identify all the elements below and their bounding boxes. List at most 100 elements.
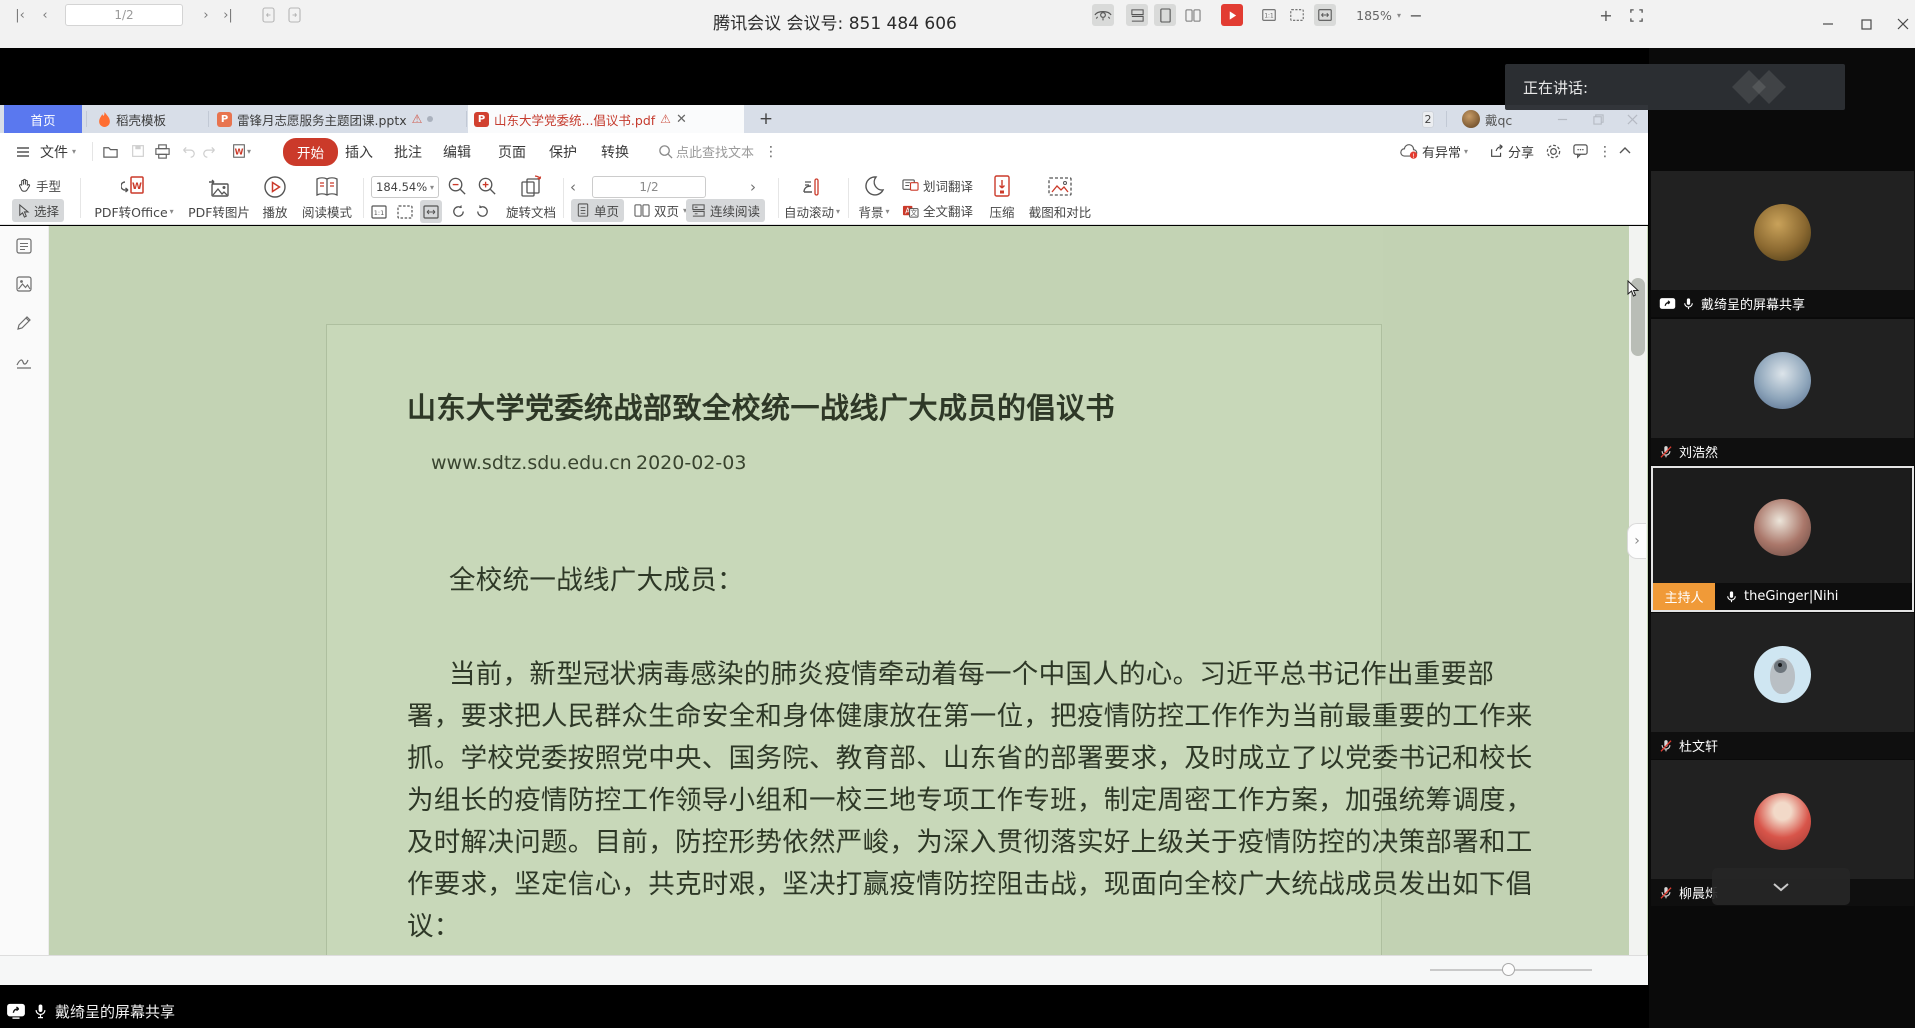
word-translate-button[interactable]: 划词翻译 <box>900 174 975 197</box>
tab-home[interactable]: 首页 <box>4 105 82 133</box>
share-button[interactable]: 分享 <box>1508 133 1534 170</box>
paragraph-line: 及时解决问题。目前，防控形势依然严峻，为深入贯彻落实好上级关于疫情防控的决策部署… <box>407 820 1533 859</box>
continuous-view-button[interactable] <box>1124 0 1150 30</box>
signature-icon[interactable] <box>15 352 35 372</box>
menu-protect[interactable]: 保护 <box>549 133 577 170</box>
print-icon[interactable] <box>152 141 172 161</box>
panel-expand-handle[interactable]: › <box>1627 523 1646 559</box>
zoom-out-icon[interactable] <box>447 176 468 201</box>
sync-status[interactable]: 有异常 ▾ <box>1422 133 1468 170</box>
wps-tabbar: 首页 稻壳模板 P 雷锋月志愿服务主题团课.pptx ⚠ P 山东大学党委统..… <box>0 105 1648 133</box>
actual-size-button[interactable]: 1:1 <box>368 200 390 223</box>
double-page-view-button[interactable] <box>1180 0 1206 30</box>
prev-page-icon[interactable]: ‹ <box>38 0 52 30</box>
statusbar-zoom-value[interactable]: 185% <box>1352 0 1396 30</box>
participant-tile-active[interactable]: theGinger|Nihi 主持人 <box>1651 466 1914 612</box>
redo-icon[interactable] <box>200 141 220 161</box>
minimize-button[interactable] <box>1818 14 1838 34</box>
comment-icon[interactable] <box>1570 141 1590 161</box>
file-menu[interactable]: 文件 ▾ <box>40 133 76 170</box>
play-button[interactable]: 播放 <box>258 173 292 222</box>
previous-page-icon[interactable]: ‹ <box>570 176 576 198</box>
fullscreen-button[interactable] <box>1624 0 1648 30</box>
rotate-left-icon[interactable] <box>448 200 469 223</box>
wps-close-button[interactable] <box>1622 109 1642 129</box>
double-page-button[interactable]: 双页▾ <box>629 199 692 222</box>
single-page-button[interactable]: 单页 <box>571 199 624 222</box>
background-button[interactable]: 背景▾ <box>852 173 896 222</box>
menu-edit[interactable]: 编辑 <box>443 133 471 170</box>
search-more-icon[interactable]: ⋮ <box>764 133 778 170</box>
toolbar-page-indicator[interactable]: 1/2 <box>592 176 706 198</box>
document-mode-icon[interactable]: W ▾ <box>224 141 258 161</box>
undo-icon[interactable] <box>178 141 198 161</box>
screenshot-compare-button[interactable]: 截图和对比 <box>1026 173 1094 222</box>
next-page-icon-status[interactable]: › <box>199 0 213 30</box>
zoom-percent-select[interactable]: 184.54%▾ <box>371 176 439 198</box>
window-count-badge[interactable]: 2 <box>1416 105 1440 133</box>
tab-pdf-active[interactable]: P 山东大学党委统...倡议书.pdf ⚠ ✕ <box>468 105 744 133</box>
tab-pptx[interactable]: P 雷锋月志愿服务主题团课.pptx ⚠ <box>211 105 465 133</box>
search-icon[interactable] <box>655 141 675 161</box>
maximize-button[interactable] <box>1856 14 1876 34</box>
global-menu-icon[interactable] <box>15 133 31 170</box>
statusbar-page-indicator[interactable]: 1/2 <box>65 4 183 26</box>
collapse-ribbon-icon[interactable] <box>1615 141 1635 161</box>
edit-pen-icon[interactable] <box>15 314 35 334</box>
menu-page[interactable]: 页面 <box>498 133 526 170</box>
slideshow-play-button[interactable] <box>1218 0 1246 30</box>
fit-page-button[interactable] <box>394 200 416 223</box>
participant-tile[interactable]: 戴绮呈的屏幕共享 <box>1651 171 1914 317</box>
compress-button[interactable]: 压缩 <box>982 173 1022 222</box>
zoom-dropdown-icon[interactable]: ▾ <box>1394 0 1404 30</box>
next-page-icon[interactable]: › <box>750 176 756 198</box>
full-translate-button[interactable]: A文 全文翻译 <box>900 199 975 222</box>
fit-width-button[interactable] <box>420 200 442 223</box>
more-options-icon[interactable]: ⋮ <box>1598 133 1612 170</box>
hand-tool-button[interactable]: 手型 <box>12 174 66 197</box>
participant-tile[interactable]: 杜文轩 <box>1651 613 1914 759</box>
collapse-panel-button[interactable] <box>1712 868 1850 905</box>
rotate-right-icon[interactable] <box>472 200 493 223</box>
open-file-icon[interactable] <box>100 141 120 161</box>
search-input[interactable]: 点此查找文本 <box>676 133 754 170</box>
cloud-sync-icon[interactable]: ! <box>1398 141 1420 161</box>
fit-width-status-button[interactable] <box>1312 0 1338 30</box>
actual-size-status-button[interactable]: 1:1 <box>1256 0 1282 30</box>
save-icon[interactable] <box>128 141 148 161</box>
tab-close-icon[interactable]: ✕ <box>676 112 687 127</box>
read-mode-button[interactable]: 阅读模式 <box>298 173 356 222</box>
back-view-icon[interactable] <box>258 0 278 30</box>
menu-insert[interactable]: 插入 <box>345 133 373 170</box>
single-page-label: 单页 <box>594 201 619 220</box>
menu-annotate[interactable]: 批注 <box>394 133 422 170</box>
pdf-to-office-button[interactable]: W PDF转Office▾ <box>92 173 176 222</box>
participant-tile[interactable]: 刘浩然 <box>1651 319 1914 465</box>
last-page-icon[interactable]: ›| <box>219 0 237 30</box>
zoom-plus-button[interactable]: + <box>1598 0 1614 30</box>
zoom-slider-knob[interactable] <box>1502 963 1515 976</box>
first-page-icon[interactable]: |‹ <box>11 0 29 30</box>
thumbnail-panel-icon[interactable] <box>15 275 35 295</box>
annotation-list-icon[interactable] <box>15 237 35 257</box>
wps-restore-button[interactable] <box>1588 109 1608 129</box>
settings-gear-icon[interactable] <box>1543 141 1563 161</box>
new-tab-button[interactable]: + <box>752 105 780 133</box>
select-tool-button[interactable]: 选择 <box>12 199 64 222</box>
share-icon[interactable] <box>1487 141 1507 161</box>
zoom-minus-button[interactable]: − <box>1408 0 1424 30</box>
wps-minimize-button[interactable] <box>1552 109 1572 129</box>
continuous-read-button[interactable]: 连续阅读 <box>686 199 765 222</box>
tab-docer[interactable]: 稻壳模板 <box>92 105 204 133</box>
menu-convert[interactable]: 转换 <box>601 133 629 170</box>
single-page-view-button[interactable] <box>1152 0 1178 30</box>
zoom-in-icon[interactable] <box>477 176 498 201</box>
fit-page-status-button[interactable] <box>1284 0 1310 30</box>
eye-protect-button[interactable] <box>1086 0 1120 30</box>
auto-scroll-button[interactable]: 自动滚动▾ <box>781 173 843 222</box>
menu-start-active[interactable]: 开始 <box>283 133 338 170</box>
pdf-to-image-button[interactable]: PDF转图片 <box>184 173 254 222</box>
rotate-document-button[interactable]: 旋转文档 <box>503 173 559 222</box>
close-button[interactable] <box>1893 14 1913 34</box>
forward-view-icon[interactable] <box>284 0 304 30</box>
